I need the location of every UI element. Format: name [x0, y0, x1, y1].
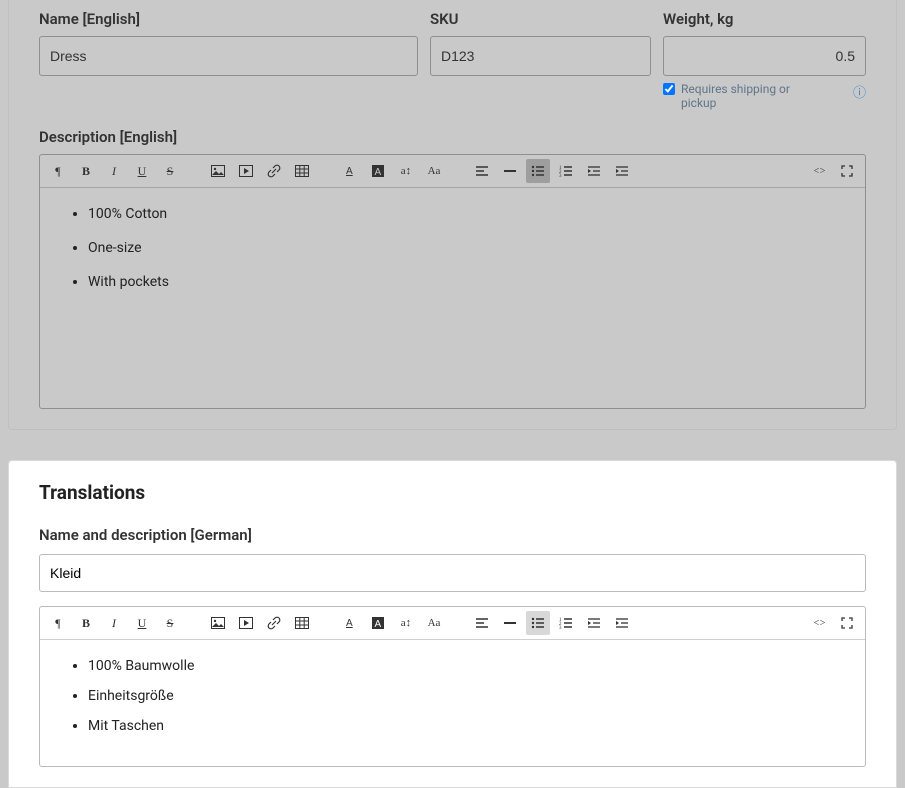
editor-toolbar: ¶ B I U S A A a↕ Aa 123 < > — [40, 155, 865, 188]
paragraph-icon[interactable]: ¶ — [46, 611, 70, 635]
outdent-icon[interactable] — [582, 611, 606, 635]
description-content[interactable]: 100% Cotton One-size With pockets — [40, 188, 865, 408]
code-view-icon[interactable]: < > — [807, 159, 831, 183]
sku-field: SKU — [430, 10, 651, 110]
link-icon[interactable] — [262, 611, 286, 635]
translation-toolbar: ¶ B I U S A A a↕ Aa 123 < > — [40, 607, 865, 640]
code-view-icon[interactable]: < > — [807, 611, 831, 635]
text-color-icon[interactable]: A — [338, 159, 362, 183]
indent-icon[interactable] — [610, 159, 634, 183]
video-icon[interactable] — [234, 611, 258, 635]
bullet-item: 100% Baumwolle — [88, 658, 851, 674]
bullet-item: One-size — [88, 240, 851, 256]
translation-sub-label: Name and description [German] — [39, 526, 866, 544]
video-icon[interactable] — [234, 159, 258, 183]
image-icon[interactable] — [206, 159, 230, 183]
numbered-list-icon[interactable]: 123 — [554, 159, 578, 183]
image-icon[interactable] — [206, 611, 230, 635]
italic-icon[interactable]: I — [102, 159, 126, 183]
fullscreen-icon[interactable] — [835, 159, 859, 183]
sku-input[interactable] — [430, 36, 651, 76]
strike-icon[interactable]: S — [158, 159, 182, 183]
table-icon[interactable] — [290, 159, 314, 183]
hr-icon[interactable] — [498, 611, 522, 635]
svg-text:3: 3 — [559, 174, 562, 177]
weight-label: Weight, kg — [663, 10, 866, 28]
description-label: Description [English] — [39, 128, 866, 146]
requires-shipping-label: Requires shipping or pickup — [681, 82, 801, 110]
weight-input[interactable] — [663, 36, 866, 76]
indent-icon[interactable] — [610, 611, 634, 635]
underline-icon[interactable]: U — [130, 611, 154, 635]
svg-text:A: A — [375, 619, 382, 630]
fullscreen-icon[interactable] — [835, 611, 859, 635]
bold-icon[interactable]: B — [74, 159, 98, 183]
name-input[interactable] — [39, 36, 418, 76]
translation-name-input[interactable] — [39, 554, 866, 592]
bullet-item: With pockets — [88, 274, 851, 290]
shipping-row: Requires shipping or pickup ⓘ — [663, 82, 866, 110]
table-icon[interactable] — [290, 611, 314, 635]
svg-text:3: 3 — [559, 626, 562, 629]
font-size-icon[interactable]: a↕ — [394, 159, 418, 183]
svg-text:A: A — [346, 166, 353, 177]
name-field: Name [English] — [39, 10, 418, 110]
paragraph-icon[interactable]: ¶ — [46, 159, 70, 183]
weight-field: Weight, kg Requires shipping or pickup ⓘ — [663, 10, 866, 110]
underline-icon[interactable]: U — [130, 159, 154, 183]
bold-icon[interactable]: B — [74, 611, 98, 635]
translation-content[interactable]: 100% Baumwolle Einheitsgröße Mit Taschen — [40, 640, 865, 766]
translation-editor: ¶ B I U S A A a↕ Aa 123 < > — [39, 606, 866, 767]
bg-color-icon[interactable]: A — [366, 159, 390, 183]
top-row: Name [English] SKU Weight, kg Requires s… — [39, 10, 866, 110]
strike-icon[interactable]: S — [158, 611, 182, 635]
link-icon[interactable] — [262, 159, 286, 183]
font-case-icon[interactable]: Aa — [422, 611, 446, 635]
svg-text:A: A — [346, 618, 353, 629]
align-icon[interactable] — [470, 159, 494, 183]
italic-icon[interactable]: I — [102, 611, 126, 635]
description-editor: ¶ B I U S A A a↕ Aa 123 < > — [39, 154, 866, 409]
name-label: Name [English] — [39, 10, 418, 28]
bullet-item: Einheitsgröße — [88, 688, 851, 704]
bullet-item: 100% Cotton — [88, 206, 851, 222]
outdent-icon[interactable] — [582, 159, 606, 183]
bullet-list-icon[interactable] — [526, 159, 550, 183]
translations-card: Translations Name and description [Germa… — [8, 460, 897, 788]
bullet-list-icon[interactable] — [526, 611, 550, 635]
text-color-icon[interactable]: A — [338, 611, 362, 635]
hr-icon[interactable] — [498, 159, 522, 183]
numbered-list-icon[interactable]: 123 — [554, 611, 578, 635]
sku-label: SKU — [430, 10, 651, 28]
requires-shipping-checkbox[interactable] — [663, 83, 675, 95]
bg-color-icon[interactable]: A — [366, 611, 390, 635]
info-icon[interactable]: ⓘ — [853, 82, 866, 101]
translations-heading: Translations — [39, 481, 866, 504]
bullet-item: Mit Taschen — [88, 718, 851, 734]
product-general-card: Name [English] SKU Weight, kg Requires s… — [8, 0, 897, 430]
svg-text:A: A — [375, 167, 382, 178]
align-icon[interactable] — [470, 611, 494, 635]
font-case-icon[interactable]: Aa — [422, 159, 446, 183]
font-size-icon[interactable]: a↕ — [394, 611, 418, 635]
